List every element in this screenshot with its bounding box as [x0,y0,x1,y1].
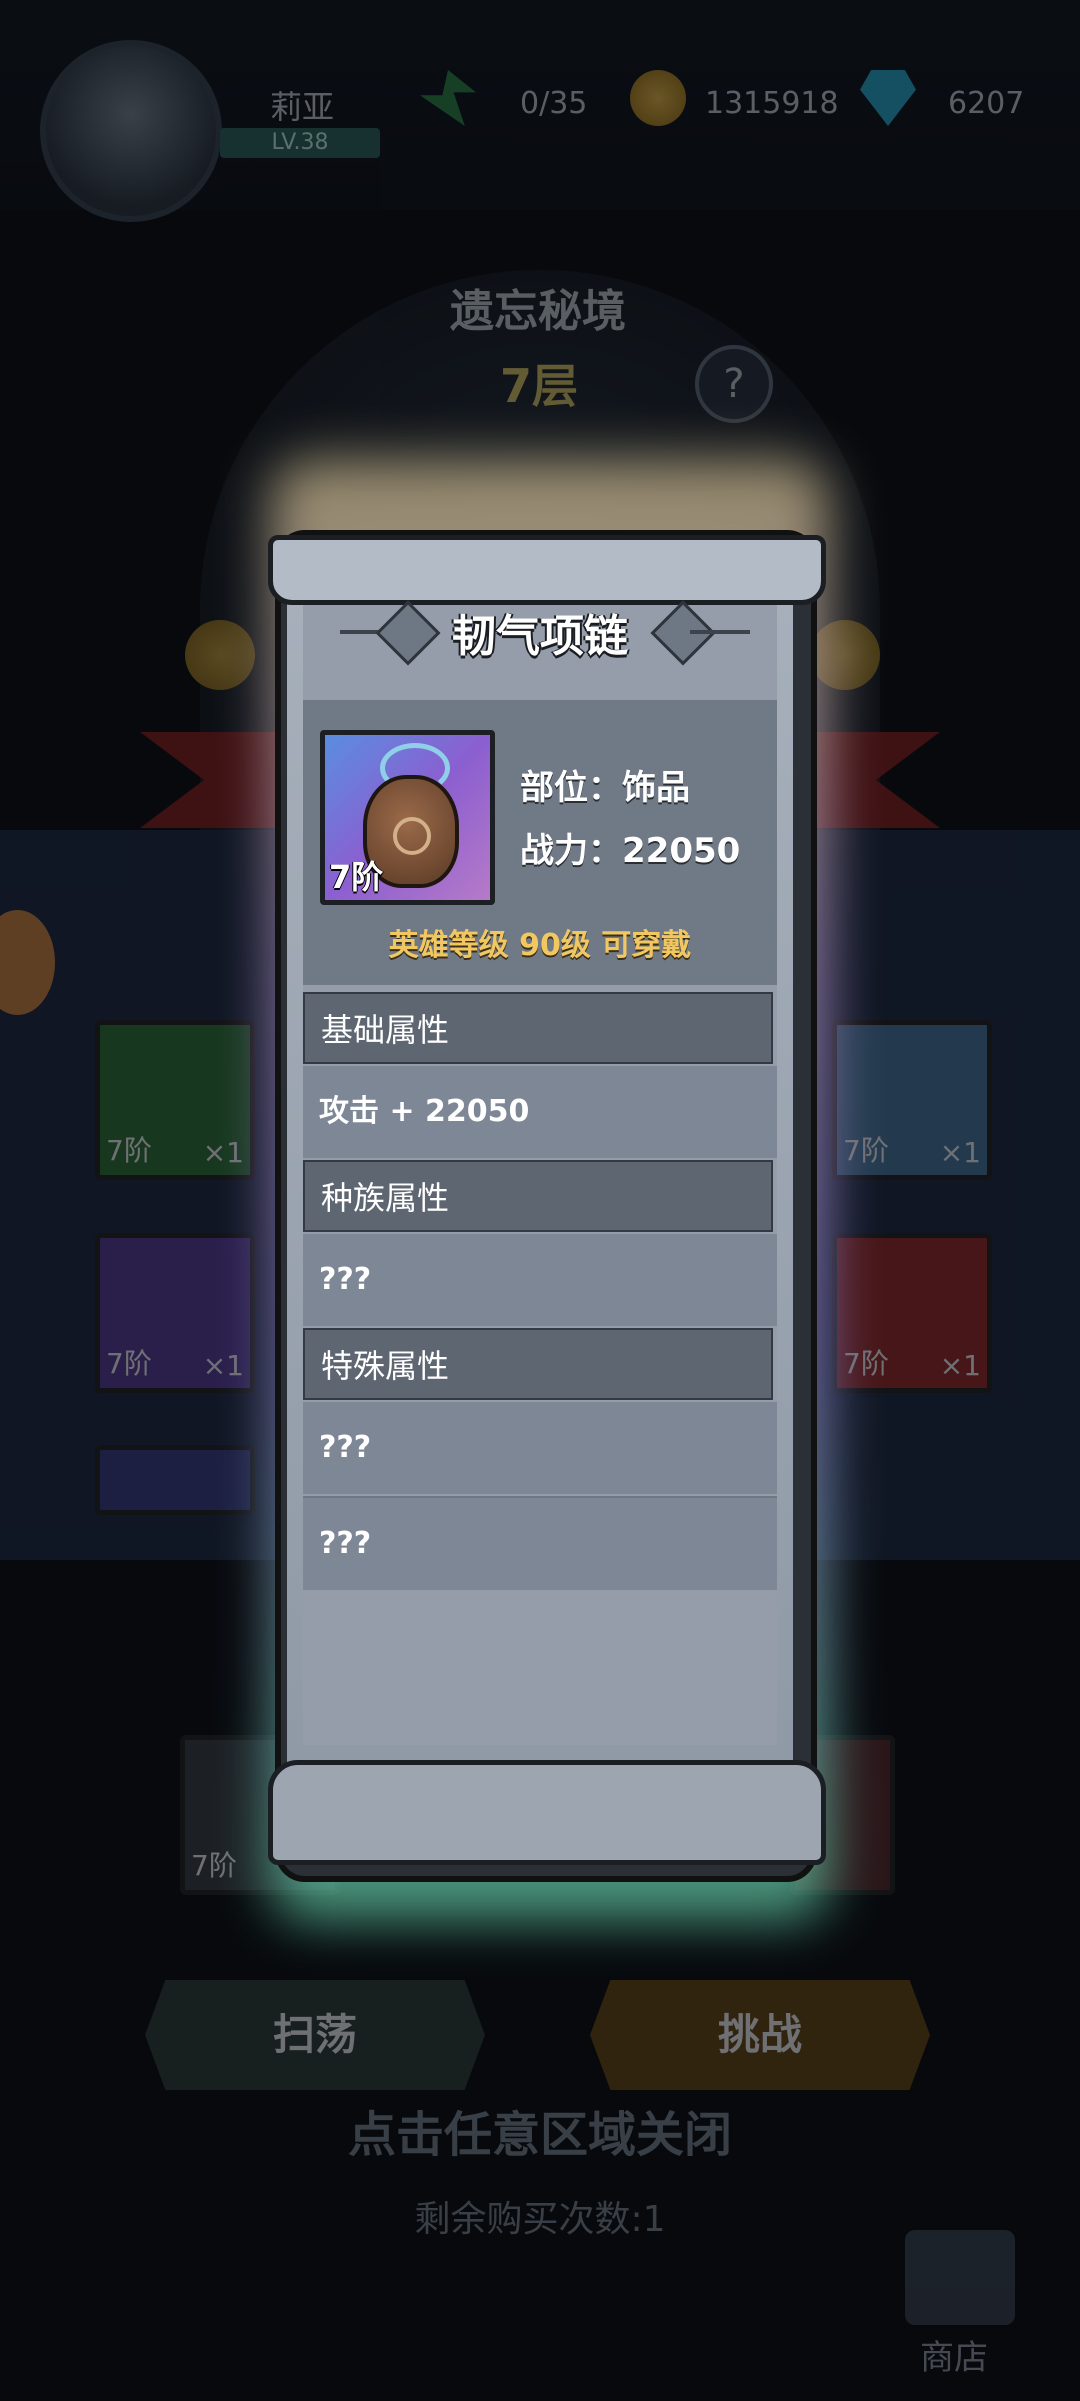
slot-tier: 7阶 [106,1347,152,1380]
left-flower-icon [185,620,255,690]
player-name: 莉亚 [270,88,335,126]
slot-tier: 7阶 [106,1134,152,1167]
slot-count: ×1 [939,1136,981,1169]
gold-value: 1315918 [705,86,839,121]
gold-coin-icon[interactable] [630,70,686,126]
item-name: 韧气项链 [452,611,628,662]
item-icon: 7阶 [320,730,495,905]
section-special-attributes: 特殊属性 [303,1328,773,1400]
item-requirement: 英雄等级 90级 可穿戴 [388,928,692,963]
attribute-line: ??? [303,1402,777,1494]
section-basic-attributes: 基础属性 [303,992,773,1064]
slot-tier: 7阶 [191,1849,237,1882]
shop-icon[interactable] [905,2230,1015,2325]
pouch-swirl-icon [393,817,431,855]
slot-count: ×1 [202,1349,244,1382]
energy-value: 0/35 [520,86,588,121]
help-icon[interactable]: ? [695,345,773,423]
slot-count: ×1 [939,1349,981,1382]
dungeon-title: 遗忘秘境 [450,286,626,337]
equipment-slot[interactable]: 7阶 ×1 [832,1233,992,1393]
dungeon-floor: 7层 [500,359,579,413]
attribute-line: 攻击 + 22050 [303,1066,777,1158]
gem-value: 6207 [948,86,1025,121]
card-bottom-ribbon [268,1760,826,1865]
attribute-line: ??? [303,1234,777,1326]
card-top-ribbon [268,535,826,605]
equipment-slot[interactable]: 7阶 ×1 [95,1233,255,1393]
slot-tier: 7阶 [843,1134,889,1167]
slot-count: ×1 [202,1136,244,1169]
item-tier: 7阶 [329,858,384,896]
attribute-line: ??? [303,1498,777,1590]
equipment-slot[interactable]: 7阶 ×1 [95,1020,255,1180]
challenge-button[interactable]: 挑战 [590,1980,930,2090]
item-slot: 部位：饰品 [520,768,690,808]
player-avatar[interactable] [40,40,222,222]
close-hint[interactable]: 点击任意区域关闭 [0,2095,1080,2165]
equipment-slot[interactable] [95,1445,255,1515]
equipment-slot[interactable]: 7阶 ×1 [832,1020,992,1180]
slot-tier: 7阶 [843,1347,889,1380]
item-power: 战力：22050 [520,831,741,871]
section-race-attributes: 种族属性 [303,1160,773,1232]
player-level: LV.38 [220,128,380,158]
sweep-button[interactable]: 扫荡 [145,1980,485,2090]
shop-label[interactable]: 商店 [920,2330,988,2379]
